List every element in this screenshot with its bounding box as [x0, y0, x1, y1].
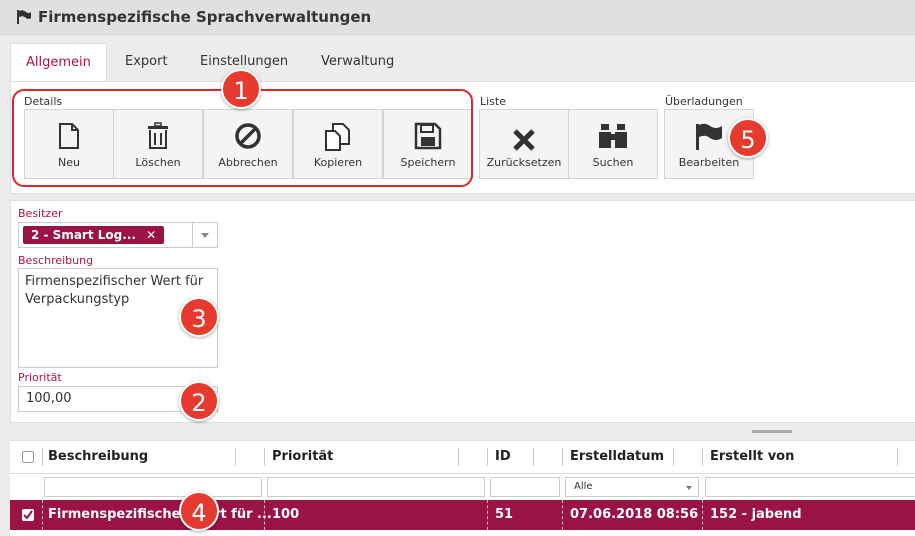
- data-grid: Beschreibung Priorität ID Erstelldatum E…: [10, 440, 915, 536]
- column-separator: [42, 448, 43, 466]
- suchen-label: Suchen: [592, 156, 634, 169]
- col-erstelldatum[interactable]: Erstelldatum: [570, 441, 664, 473]
- filter-id[interactable]: [490, 477, 560, 497]
- col-id[interactable]: ID: [495, 441, 511, 473]
- cell-separator: [702, 500, 703, 530]
- callout-badge-4: 4: [179, 491, 219, 531]
- besitzer-label: Besitzer: [18, 207, 63, 220]
- tab-allgemein[interactable]: Allgemein: [10, 43, 107, 83]
- tab-export[interactable]: Export: [110, 43, 183, 81]
- column-separator: [702, 448, 703, 466]
- beschreibung-label: Beschreibung: [18, 254, 94, 267]
- cell-prioritaet: 100: [272, 507, 300, 522]
- column-separator: [897, 448, 898, 466]
- panel-splitter[interactable]: [752, 430, 792, 433]
- select-all-checkbox[interactable]: [22, 451, 34, 463]
- liste-group-label: Liste: [480, 95, 506, 108]
- callout-badge-5: 5: [728, 118, 768, 158]
- cell-id: 51: [495, 507, 514, 522]
- filter-erstellt-von[interactable]: [705, 477, 915, 497]
- row-checkbox[interactable]: [22, 509, 34, 521]
- cell-separator: [487, 500, 488, 530]
- callout-badge-1: 1: [221, 69, 261, 109]
- col-erstellt-von[interactable]: Erstellt von: [710, 441, 794, 473]
- zuruecksetzen-label: Zurücksetzen: [486, 156, 562, 169]
- cell-erstellt-von: 152 - jabend: [710, 507, 802, 522]
- callout-badge-2: 2: [179, 381, 219, 421]
- filter-erstelldatum-select[interactable]: Alle: [565, 477, 699, 497]
- column-separator: [562, 448, 563, 466]
- window-title: Firmenspezifische Sprachverwaltungen: [38, 8, 372, 26]
- column-separator: [458, 448, 459, 466]
- filter-row: Alle: [10, 474, 915, 500]
- column-separator: [673, 448, 674, 466]
- flag-icon: [696, 123, 722, 150]
- filter-prioritaet[interactable]: [267, 477, 485, 497]
- ueberladungen-group-label: Überladungen: [665, 95, 743, 108]
- table-row[interactable]: Firmenspezifischer Wert für ... 100 51 0…: [10, 500, 915, 530]
- col-prioritaet[interactable]: Priorität: [272, 441, 333, 473]
- x-icon: [513, 129, 535, 151]
- col-beschreibung[interactable]: Beschreibung: [48, 441, 148, 473]
- besitzer-select[interactable]: 2 - Smart Log... ✕: [18, 222, 218, 248]
- cell-separator: [264, 500, 265, 530]
- cell-beschreibung: Firmenspezifischer Wert für ...: [48, 507, 272, 522]
- bearbeiten-label: Bearbeiten: [678, 156, 740, 169]
- column-separator: [264, 448, 265, 466]
- cell-separator: [42, 500, 43, 530]
- tab-verwaltung[interactable]: Verwaltung: [306, 43, 409, 81]
- column-separator: [533, 448, 534, 466]
- cell-separator: [562, 500, 563, 530]
- remove-tag-icon[interactable]: ✕: [146, 228, 156, 242]
- zuruecksetzen-button[interactable]: Zurücksetzen: [479, 109, 569, 179]
- grid-header: Beschreibung Priorität ID Erstelldatum E…: [10, 441, 915, 474]
- callout-badge-3: 3: [179, 297, 219, 337]
- filter-beschreibung[interactable]: [44, 477, 262, 497]
- besitzer-tag[interactable]: 2 - Smart Log... ✕: [23, 226, 165, 244]
- besitzer-tag-text: 2 - Smart Log...: [31, 228, 136, 242]
- column-separator: [487, 448, 488, 466]
- binoculars-icon: [599, 124, 627, 148]
- cell-erstelldatum: 07.06.2018 08:56: [570, 507, 699, 522]
- column-separator: [235, 448, 236, 466]
- flag-icon: [17, 10, 31, 24]
- suchen-button[interactable]: Suchen: [568, 109, 658, 179]
- title-bar: Firmenspezifische Sprachverwaltungen: [0, 0, 915, 35]
- chevron-down-icon[interactable]: [192, 223, 217, 247]
- prioritaet-label: Priorität: [18, 371, 62, 384]
